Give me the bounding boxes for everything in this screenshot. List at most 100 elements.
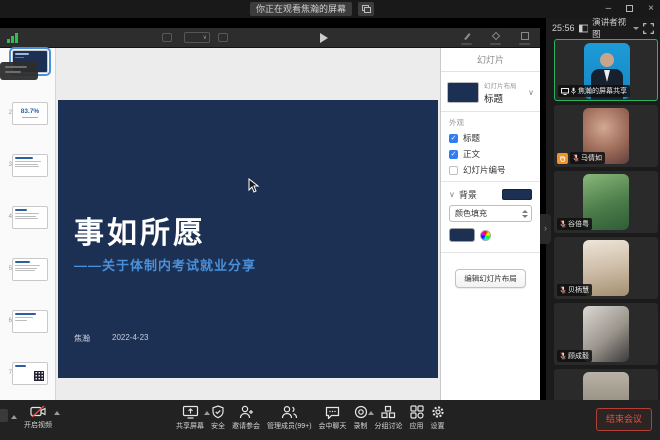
participant-tile[interactable]: 顾成毅 (554, 303, 658, 365)
edit-slide-layout-button[interactable]: 编辑幻灯片布局 (455, 269, 526, 288)
chevron-down-icon (633, 27, 639, 30)
participant-tile[interactable]: 马倩如 (554, 105, 658, 167)
end-meeting-button[interactable]: 结束会议 (596, 408, 652, 431)
record-button[interactable]: 录制 (354, 405, 368, 431)
members-icon (281, 405, 298, 419)
checkbox-title-label: 标题 (463, 132, 480, 144)
audio-level-indicator (7, 33, 18, 43)
participant-name: 谷倍粤 (568, 219, 589, 229)
hand-raised-icon (557, 153, 568, 164)
toolbar-center-group: 共享屏幕 安全 邀请参会 (176, 405, 445, 431)
gear-icon (431, 405, 445, 419)
toolbar-label: 管理成员(99+) (267, 421, 312, 431)
background-color-swatch[interactable] (502, 189, 532, 200)
checkbox-checked-icon[interactable]: ✓ (449, 134, 458, 143)
format-tab[interactable] (461, 31, 472, 45)
participant-name: 顾成毅 (568, 351, 589, 361)
participant-tile-partial[interactable] (554, 369, 658, 400)
document-tab[interactable] (519, 31, 530, 45)
format-inspector-panel: 幻灯片 幻灯片布局 标题 ∨ 外观 ✓ 标题 ✓ 正文 (440, 48, 540, 400)
chevron-down-icon: ∨ (528, 88, 534, 97)
participant-tile[interactable]: 贝柄慧 (554, 237, 658, 299)
slide-thumb-7[interactable] (12, 362, 48, 385)
slide-thumb-2[interactable]: 83.7% (12, 102, 48, 125)
fill-color-well[interactable] (449, 228, 475, 242)
qr-code-thumbnail (34, 371, 44, 381)
slide-number: 7 (4, 370, 12, 376)
video-button-label: 开启视频 (24, 420, 52, 430)
panel-collapse-handle[interactable]: › (540, 214, 551, 244)
minimize-button[interactable]: – (606, 3, 612, 14)
mic-button-partial[interactable] (0, 409, 8, 422)
toolbar-label: 邀请参会 (232, 421, 260, 431)
zoom-dropdown[interactable]: ∨ (184, 32, 210, 43)
apps-button[interactable]: 应用 (410, 405, 424, 431)
color-wheel-icon[interactable] (480, 230, 491, 241)
color-well-row (449, 228, 532, 242)
slide-thumb-5[interactable] (12, 258, 48, 281)
security-button[interactable]: 安全 (211, 405, 225, 431)
animate-tab[interactable] (490, 31, 501, 45)
checkbox-checked-icon[interactable]: ✓ (449, 150, 458, 159)
settings-button[interactable]: 设置 (431, 405, 445, 431)
layout-section-label: 幻灯片布局 (484, 80, 517, 90)
video-toggle-button[interactable]: 开启视频 (24, 405, 52, 430)
view-menu-icon[interactable] (162, 33, 172, 42)
toolbar-label: 会中聊天 (319, 421, 347, 431)
disclosure-chevron-icon[interactable]: ∨ (449, 190, 455, 199)
slide-canvas[interactable]: 事如所愿 ——关于体制内考试就业分享 焦瀚 2022-4-23 (56, 48, 440, 400)
participant-name: 贝柄慧 (568, 285, 589, 295)
mic-muted-icon (560, 286, 566, 294)
fill-type-select[interactable]: 颜色填充 (449, 205, 532, 222)
slide-date: 2022-4-23 (112, 333, 148, 344)
play-button[interactable] (320, 33, 328, 43)
background-section-header[interactable]: ∨ 背景 (449, 188, 532, 201)
slide-thumb-3[interactable] (12, 154, 48, 177)
keynote-toolbar: ∨ (0, 28, 540, 48)
apps-grid-icon (410, 405, 424, 419)
toolbar-label: 安全 (211, 421, 225, 431)
current-slide[interactable]: 事如所愿 ——关于体制内考试就业分享 焦瀚 2022-4-23 (58, 100, 438, 378)
background-label: 背景 (459, 188, 477, 201)
toolbar-label: 录制 (354, 421, 368, 431)
camera-off-icon (30, 405, 47, 418)
view-mode-selector[interactable]: 演讲者视图 (592, 16, 629, 40)
participant-tile[interactable]: 谷倍粤 (554, 171, 658, 233)
appearance-label: 外观 (449, 117, 540, 128)
checkbox-unchecked-icon[interactable] (449, 166, 458, 175)
slide-number: 3 (4, 162, 12, 168)
slide-thumb-4[interactable] (12, 206, 48, 229)
toolbar-label: 应用 (410, 421, 424, 431)
insert-icon[interactable] (218, 33, 228, 42)
share-screen-icon (182, 405, 199, 419)
screen-share-icon (561, 88, 569, 95)
maximize-button[interactable] (626, 5, 633, 12)
inspector-title: 幻灯片 (441, 48, 540, 72)
fullscreen-icon[interactable] (643, 23, 654, 34)
mic-icon (571, 87, 576, 95)
checkbox-body-row[interactable]: ✓ 正文 (449, 148, 532, 160)
slide-layout-dropdown[interactable]: 幻灯片布局 标题 ∨ (447, 80, 534, 105)
checkbox-title-row[interactable]: ✓ 标题 (449, 132, 532, 144)
chevron-up-icon[interactable] (11, 415, 17, 419)
checkbox-slide-number-row[interactable]: 幻灯片编号 (449, 164, 532, 176)
stepper-icon[interactable] (522, 210, 528, 218)
participant-tile-sharing[interactable]: 焦瀚的屏幕共享 (554, 39, 658, 101)
shared-screen-stage: ∨ (0, 18, 546, 400)
share-screen-button[interactable]: 共享屏幕 (176, 405, 204, 431)
close-button[interactable]: × (648, 3, 654, 14)
breakout-rooms-button[interactable]: 分组讨论 (375, 405, 403, 431)
chat-bubble-icon (325, 405, 340, 419)
inspector-tabs (461, 31, 530, 45)
manage-members-button[interactable]: 管理成员(99+) (267, 405, 312, 431)
invite-button[interactable]: 邀请参会 (232, 405, 260, 431)
chat-button[interactable]: 会中聊天 (319, 405, 347, 431)
chevron-up-icon[interactable] (204, 411, 210, 415)
chevron-up-icon[interactable] (368, 411, 374, 415)
slide-thumb-6[interactable] (12, 310, 48, 333)
watching-banner: 你正在观看焦瀚的屏幕 (250, 2, 352, 16)
windows-switch-icon[interactable] (358, 2, 374, 16)
chevron-up-icon[interactable] (54, 411, 60, 415)
slide-thumbnail-sidebar: 1 2 83.7% 3 4 (0, 48, 56, 400)
slide-meta: 焦瀚 2022-4-23 (74, 333, 148, 344)
